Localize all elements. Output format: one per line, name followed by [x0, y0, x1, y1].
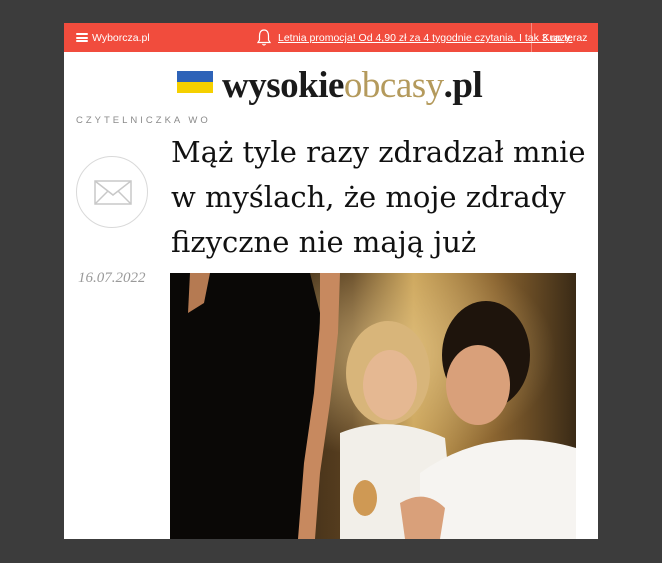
- promo-banner[interactable]: Letnia promocja! Od 4,90 zł za 4 tygodni…: [257, 27, 573, 49]
- site-logo[interactable]: wysokieobcasy.pl: [64, 63, 598, 106]
- article-date: 16.07.2022: [78, 270, 146, 286]
- ukraine-flag-icon: [177, 71, 213, 93]
- article-rubric[interactable]: Czytelniczka WO: [76, 115, 211, 126]
- promo-text: Letnia promocja! Od 4,90 zł za 4 tygodni…: [278, 32, 573, 44]
- logo-part-wysokie: wysokie: [222, 65, 344, 106]
- bell-icon: [257, 29, 271, 46]
- logo-wordmark: wysokieobcasy.pl: [222, 64, 483, 107]
- top-bar: Wyborcza.pl Letnia promocja! Od 4,90 zł …: [64, 23, 598, 52]
- article-photo: [170, 273, 576, 539]
- hamburger-menu-icon: [76, 33, 88, 42]
- logo-part-obcasy: obcasy: [343, 65, 444, 106]
- envelope-icon: [94, 180, 132, 205]
- buy-now-button[interactable]: Kup teraz: [531, 23, 598, 52]
- page: Wyborcza.pl Letnia promocja! Od 4,90 zł …: [64, 23, 598, 539]
- logo-part-domain: .pl: [443, 65, 483, 106]
- wyborcza-link-label: Wyborcza.pl: [92, 31, 150, 44]
- wyborcza-menu-button[interactable]: Wyborcza.pl: [76, 31, 150, 44]
- author-avatar: [76, 156, 148, 228]
